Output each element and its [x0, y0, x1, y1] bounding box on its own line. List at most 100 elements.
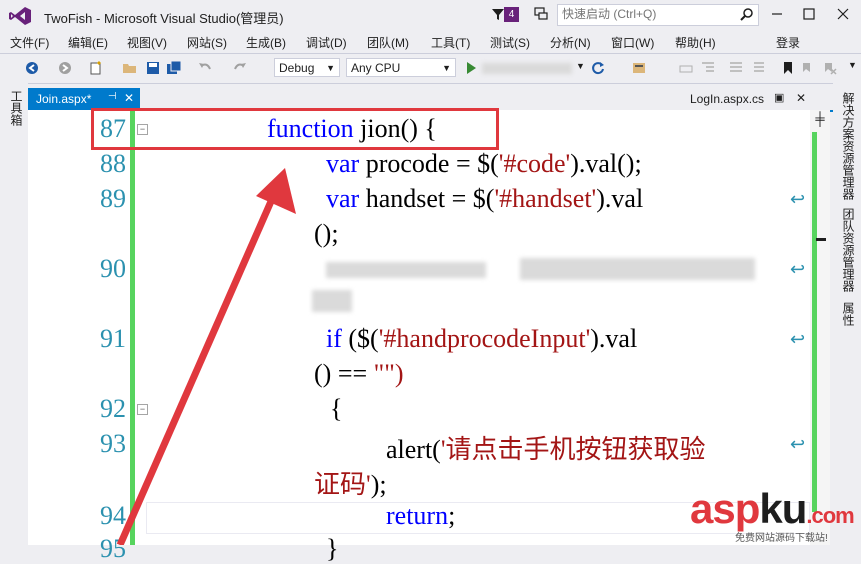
indent-icon[interactable] [700, 60, 716, 76]
chevron-down-icon: ▼ [326, 63, 335, 73]
string-literal: "") [373, 359, 404, 388]
line-number: 93 [100, 429, 126, 458]
tab-join-aspx[interactable]: Join.aspx* ⊣ ✕ [28, 88, 140, 110]
keyword: var [326, 184, 360, 213]
menu-build[interactable]: 生成(B) [246, 34, 286, 51]
tab-login-aspx-cs[interactable]: LogIn.aspx.cs [690, 92, 764, 106]
code-line-94: return; [386, 501, 455, 531]
filter-icon[interactable] [491, 7, 505, 21]
minimize-icon [772, 13, 782, 15]
back-icon[interactable] [24, 60, 40, 76]
menu-debug[interactable]: 调试(D) [306, 34, 347, 51]
menu-test[interactable]: 测试(S) [490, 34, 530, 51]
code-text: ).val(); [570, 149, 642, 178]
next-bookmark-icon[interactable] [800, 60, 816, 76]
search-icon[interactable] [740, 7, 754, 21]
close-window-button[interactable] [828, 2, 858, 26]
redacted-code [312, 290, 352, 312]
clear-bookmarks-icon[interactable] [822, 60, 838, 76]
keyword: if [326, 324, 342, 353]
quick-launch-input[interactable] [558, 5, 732, 23]
word-wrap-icon: ↩ [790, 434, 806, 454]
team-explorer-tab[interactable]: 团队资源管理器 [840, 208, 857, 292]
start-debugging-icon[interactable] [463, 60, 479, 76]
configuration-value: Debug [279, 61, 315, 75]
bookmark-icon[interactable] [780, 60, 796, 76]
code-line-89: var handset = $('#handset').val [326, 184, 643, 214]
word-wrap-icon: ↩ [790, 189, 806, 209]
solution-explorer-tab[interactable]: 解决方案资源管理器 [840, 92, 857, 200]
menu-website[interactable]: 网站(S) [187, 34, 227, 51]
comment-icon[interactable] [728, 60, 744, 76]
undo-icon[interactable] [197, 60, 213, 76]
open-file-icon[interactable] [122, 60, 138, 76]
menu-analyze[interactable]: 分析(N) [550, 34, 591, 51]
line-number: 95 [100, 534, 126, 563]
maximize-icon [803, 8, 815, 20]
uncomment-icon[interactable] [752, 60, 768, 76]
chevron-down-icon[interactable]: ▼ [576, 61, 585, 71]
string-literal: '#handset' [494, 184, 597, 213]
forward-icon[interactable] [57, 60, 73, 76]
line-number: 91 [100, 324, 126, 353]
standard-toolbar: Debug ▼ Any CPU ▼ ▼ ▼ [0, 53, 861, 84]
line-number: 89 [100, 184, 126, 213]
close-icon [837, 8, 849, 20]
left-dock [0, 83, 28, 545]
change-tracking-bar [130, 110, 135, 545]
close-icon[interactable]: ✕ [124, 91, 134, 105]
pin-icon[interactable]: ▣ [774, 91, 784, 104]
keyword: var [326, 149, 360, 178]
menu-help[interactable]: 帮助(H) [675, 34, 716, 51]
platform-value: Any CPU [351, 61, 401, 75]
toolbar-disabled-icon[interactable] [678, 60, 694, 76]
notification-badge[interactable]: 4 [504, 7, 519, 22]
menu-team[interactable]: 团队(M) [367, 34, 409, 51]
split-window-icon[interactable]: ╪ [813, 112, 827, 126]
redo-icon[interactable] [232, 60, 248, 76]
watermark-subtitle: 免费网站源码下载站! [735, 533, 828, 544]
sign-in-link[interactable]: 登录 [776, 34, 800, 51]
feedback-icon[interactable] [533, 6, 549, 22]
menu-tools[interactable]: 工具(T) [431, 34, 470, 51]
redacted-browser-name [482, 63, 572, 74]
word-wrap-icon: ↩ [790, 329, 806, 349]
quick-launch-box[interactable] [557, 4, 759, 26]
code-line-92: { [330, 394, 343, 423]
save-all-icon[interactable] [166, 60, 182, 76]
browser-link-icon[interactable] [631, 60, 647, 76]
code-line-91-wrapped: () == "") [314, 359, 404, 389]
redacted-code [520, 258, 755, 280]
menu-view[interactable]: 视图(V) [127, 34, 167, 51]
code-text: procode = $( [359, 149, 499, 178]
save-icon[interactable] [145, 60, 161, 76]
platform-dropdown[interactable]: Any CPU ▼ [346, 58, 456, 77]
minimize-button[interactable] [762, 2, 792, 26]
code-line-91: if ($('#handprocodeInput').val [326, 324, 637, 354]
code-text: ); [370, 470, 387, 499]
pin-icon[interactable]: ⊣ [108, 91, 117, 102]
tab-label: Join.aspx* [36, 92, 92, 106]
menu-file[interactable]: 文件(F) [10, 34, 49, 51]
refresh-icon[interactable] [590, 60, 606, 76]
menu-edit[interactable]: 编辑(E) [68, 34, 108, 51]
collapse-icon[interactable]: − [137, 404, 148, 415]
string-literal: 证码' [314, 470, 371, 499]
keyword: return [386, 501, 449, 530]
scrollbar-caret-marker [816, 238, 826, 241]
maximize-button[interactable] [794, 2, 824, 26]
close-icon[interactable]: ✕ [796, 91, 806, 105]
line-number: 90 [100, 254, 126, 283]
configuration-dropdown[interactable]: Debug ▼ [274, 58, 340, 77]
toolbox-tab[interactable]: 工具箱 [8, 90, 25, 126]
new-project-icon[interactable] [88, 60, 104, 76]
toolbar-overflow-icon[interactable]: ▼ [848, 60, 857, 70]
code-text: ; [448, 501, 456, 530]
code-line-93-wrapped: 证码'); [314, 464, 387, 501]
properties-tab[interactable]: 属性 [840, 302, 857, 326]
scrollbar-change-marker [812, 132, 817, 512]
menu-bar: 文件(F) 编辑(E) 视图(V) 网站(S) 生成(B) 调试(D) 团队(M… [0, 30, 861, 52]
code-line-89-wrapped: (); [314, 219, 339, 248]
code-text: handset = $( [359, 184, 495, 213]
menu-window[interactable]: 窗口(W) [611, 34, 654, 51]
